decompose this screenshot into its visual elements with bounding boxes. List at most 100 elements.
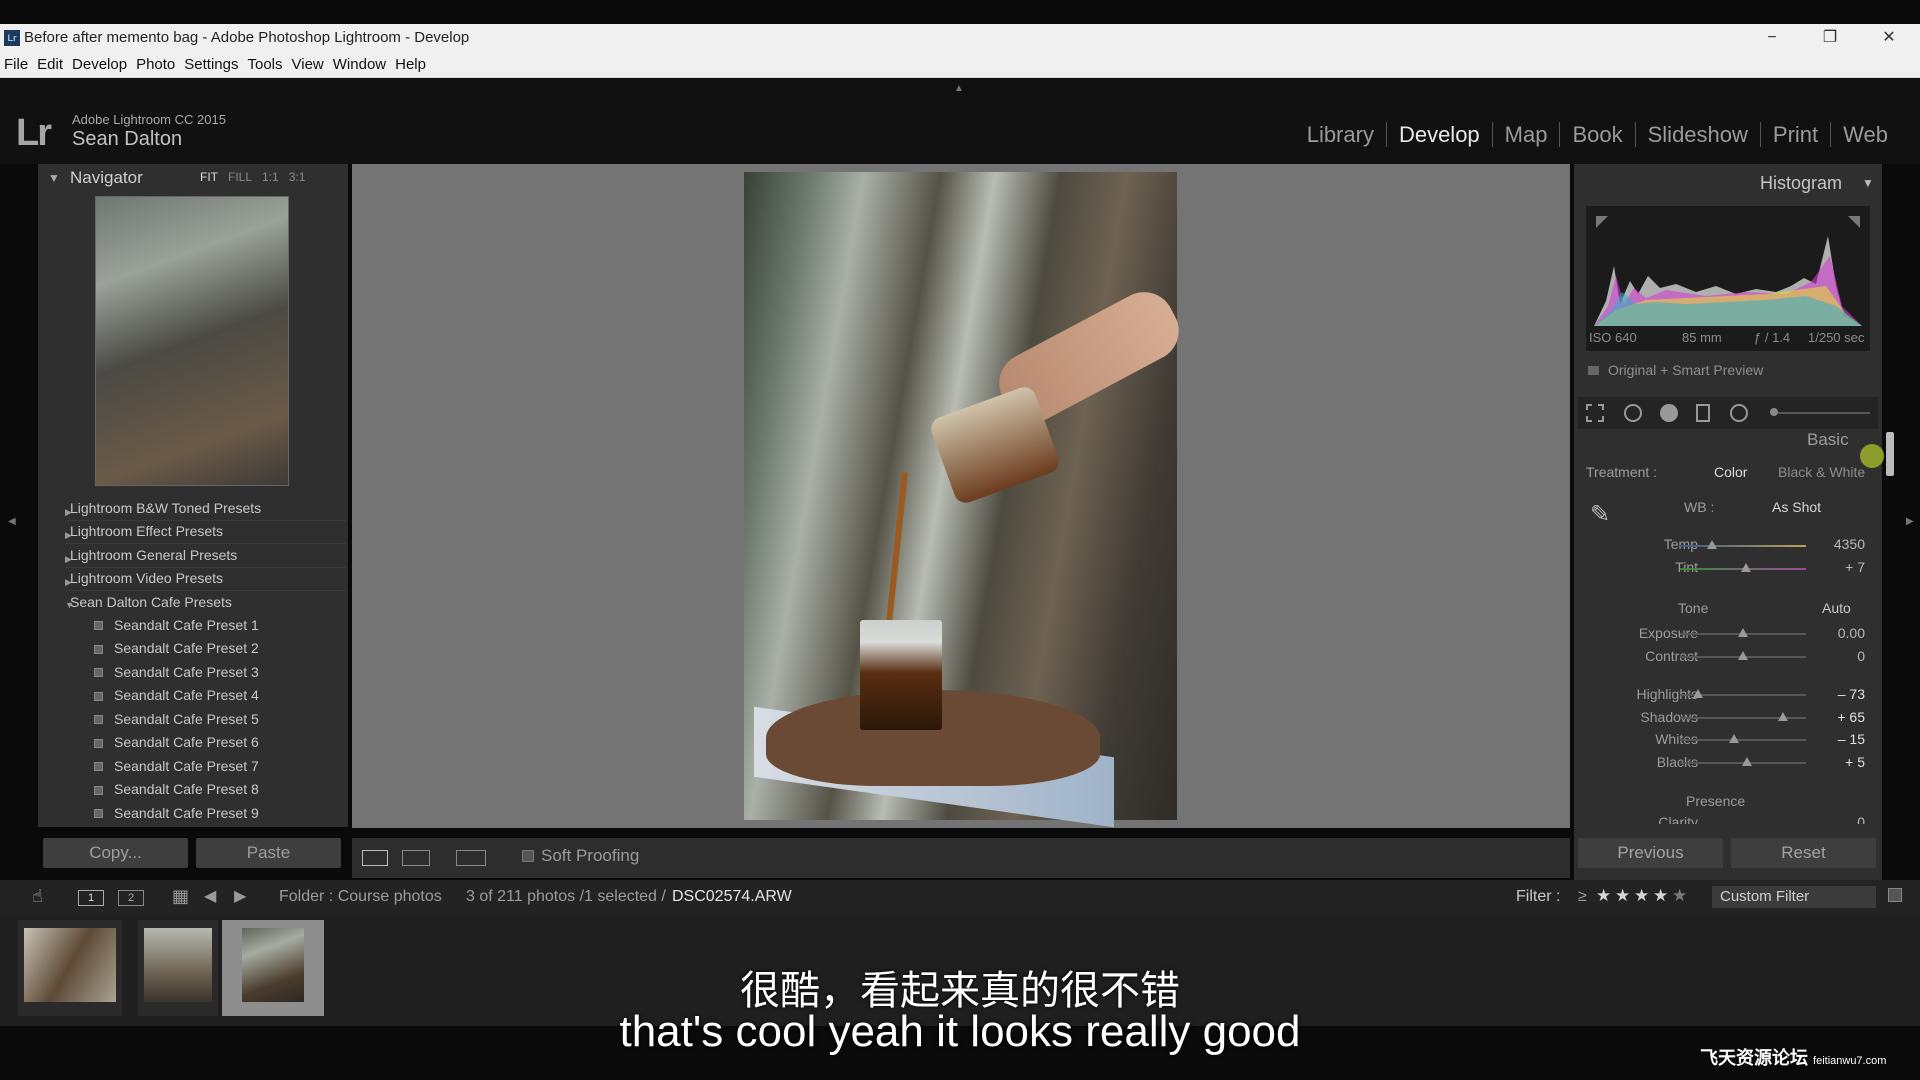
menu-edit[interactable]: Edit [33,52,68,78]
blacks-slider[interactable] [1680,757,1806,766]
right-panel-toggle-icon[interactable]: ▶ [1906,516,1914,527]
menu-photo[interactable]: Photo [132,52,180,78]
copy-button[interactable]: Copy... [43,838,188,868]
loupe-view-icon[interactable] [362,850,388,866]
primary-window-icon[interactable]: 1 [78,890,104,906]
whites-slider[interactable] [1680,734,1806,743]
preset-item[interactable]: Seandalt Cafe Preset 8 [114,781,259,797]
wb-value[interactable]: As Shot [1772,499,1821,515]
basic-title[interactable]: Basic [1807,430,1849,450]
top-panel-toggle-icon[interactable]: ▲ [954,83,964,94]
preset-item[interactable]: Seandalt Cafe Preset 6 [114,734,259,750]
preset-item[interactable]: Seandalt Cafe Preset 4 [114,687,259,703]
slider-knob[interactable] [1740,563,1751,572]
preset-item[interactable]: Seandalt Cafe Preset 9 [114,805,259,821]
zoom-3-1[interactable]: 3:1 [289,170,306,184]
menu-view[interactable]: View [288,52,329,78]
star-empty-icon[interactable]: ★ [1672,886,1687,906]
shadows-value[interactable]: + 65 [1815,709,1865,725]
slider-knob[interactable] [1770,408,1778,416]
highlights-value[interactable]: – 73 [1815,686,1865,702]
slider-knob[interactable] [1706,540,1717,549]
highlights-slider[interactable] [1680,689,1806,698]
star-icon[interactable]: ★ [1615,886,1630,906]
slider-knob[interactable] [1692,689,1703,698]
module-slideshow[interactable]: Slideshow [1634,122,1760,147]
menu-file[interactable]: File [0,52,33,78]
red-eye-icon[interactable] [1660,404,1678,422]
close-button[interactable]: ✕ [1869,24,1909,52]
minimize-button[interactable]: − [1752,24,1792,52]
preset-item[interactable]: Seandalt Cafe Preset 5 [114,711,259,727]
collapse-triangle-icon[interactable]: ▼ [48,171,60,185]
custom-filter-select[interactable]: Custom Filter [1712,886,1876,908]
treatment-color[interactable]: Color [1714,464,1747,480]
shadows-slider[interactable] [1680,712,1806,721]
slider-knob[interactable] [1729,734,1740,743]
crop-tool-icon[interactable] [1586,404,1604,422]
before-after-icon[interactable] [402,850,430,866]
contrast-value[interactable]: 0 [1815,648,1865,664]
tint-value[interactable]: + 7 [1815,559,1865,575]
spot-removal-icon[interactable] [1624,404,1642,422]
module-web[interactable]: Web [1830,122,1900,147]
preset-folder[interactable]: Lightroom Video Presets [70,570,223,586]
folder-label[interactable]: Folder : Course photos [279,888,442,906]
graduated-filter-icon[interactable] [1696,404,1710,422]
menu-tools[interactable]: Tools [243,52,287,78]
soft-proofing-checkbox[interactable] [522,850,534,862]
previous-button[interactable]: Previous [1578,838,1723,868]
preset-item[interactable]: Seandalt Cafe Preset 3 [114,664,259,680]
arrow-right-icon[interactable]: ▶ [234,886,246,906]
module-library[interactable]: Library [1295,122,1386,147]
zoom-fill[interactable]: FILL [228,170,252,184]
menu-window[interactable]: Window [329,52,391,78]
secondary-window-icon[interactable]: 2 [118,890,144,906]
restore-button[interactable]: ❐ [1810,24,1850,52]
menu-develop[interactable]: Develop [68,52,132,78]
star-icon[interactable]: ★ [1653,886,1668,906]
module-print[interactable]: Print [1759,122,1831,147]
module-book[interactable]: Book [1559,122,1635,147]
temp-value[interactable]: 4350 [1815,536,1865,552]
navigator-preview[interactable] [95,196,289,486]
filter-operator[interactable]: ≥ [1578,888,1587,906]
tint-slider[interactable] [1680,563,1806,572]
grid-view-icon[interactable]: ▦ [172,886,189,907]
navigator-title[interactable]: Navigator [70,168,143,188]
slider-knob[interactable] [1738,651,1748,660]
star-icon[interactable]: ★ [1634,886,1649,906]
slider-knob[interactable] [1738,628,1748,637]
preset-item[interactable]: Seandalt Cafe Preset 2 [114,640,259,656]
menu-help[interactable]: Help [391,52,431,78]
left-panel-toggle-icon[interactable]: ◀ [8,516,16,527]
exposure-slider[interactable] [1680,628,1806,637]
temp-slider[interactable] [1680,540,1806,549]
star-icon[interactable]: ★ [1596,886,1611,906]
arrow-left-icon[interactable]: ◀ [204,886,216,906]
selected-filename[interactable]: DSC02574.ARW [672,888,792,906]
collapse-triangle-icon[interactable]: ▼ [1862,176,1874,190]
slider-knob[interactable] [1741,757,1752,766]
clarity-value[interactable]: 0 [1815,814,1865,824]
preset-item[interactable]: Seandalt Cafe Preset 1 [114,617,259,633]
auto-button[interactable]: Auto [1822,600,1851,616]
main-photo[interactable] [744,172,1190,828]
blacks-value[interactable]: + 5 [1815,754,1865,770]
menu-settings[interactable]: Settings [180,52,243,78]
eyedropper-icon[interactable]: ✎ [1590,500,1618,528]
filter-lock-icon[interactable] [1888,888,1902,902]
paste-button[interactable]: Paste [196,838,341,868]
whites-value[interactable]: – 15 [1815,731,1865,747]
preset-folder[interactable]: Lightroom Effect Presets [70,523,223,539]
hand-tool-icon[interactable]: ☝ [32,886,43,907]
module-map[interactable]: Map [1491,122,1560,147]
module-develop[interactable]: Develop [1385,122,1492,147]
panel-scrollbar[interactable] [1886,432,1894,476]
zoom-fit[interactable]: FIT [200,170,218,184]
before-after-split-icon[interactable] [456,850,486,866]
preset-item[interactable]: Seandalt Cafe Preset 7 [114,758,259,774]
slider-knob[interactable] [1778,712,1789,721]
preset-folder[interactable]: Lightroom B&W Toned Presets [70,500,261,516]
histogram-title[interactable]: Histogram [1760,173,1842,194]
